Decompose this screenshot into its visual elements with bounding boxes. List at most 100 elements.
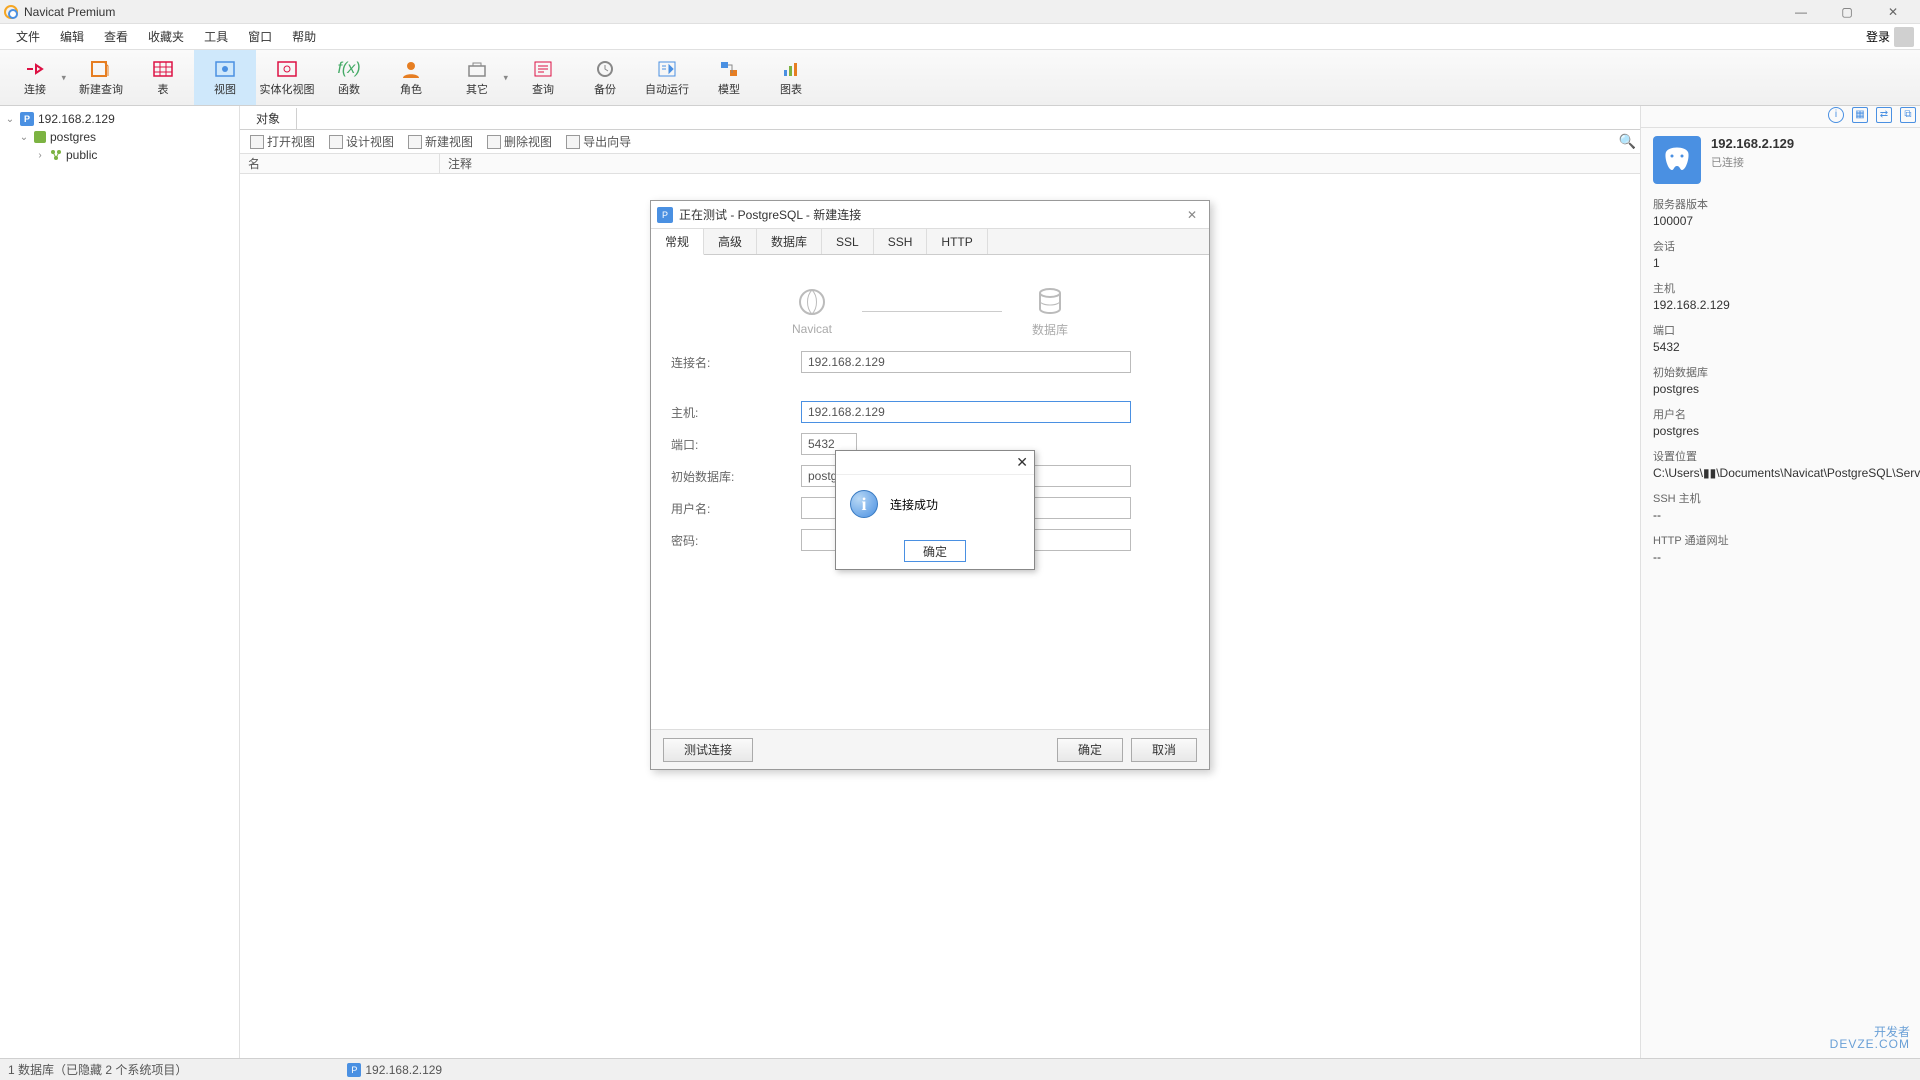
- dlg-tab-general[interactable]: 常规: [651, 229, 704, 255]
- plug-icon: [23, 59, 47, 79]
- backup-icon: [593, 59, 617, 79]
- tb-func[interactable]: f(x)函数: [318, 50, 380, 105]
- tb-newquery[interactable]: 新建查询: [70, 50, 132, 105]
- avatar-icon[interactable]: [1894, 27, 1914, 47]
- tree-connection[interactable]: ⌄P192.168.2.129: [0, 110, 239, 128]
- info-conn-status: 已连接: [1711, 154, 1794, 170]
- chevron-down-icon: ▾: [61, 72, 66, 83]
- menu-file[interactable]: 文件: [6, 24, 50, 50]
- maximize-button[interactable]: ▢: [1824, 0, 1870, 24]
- input-host[interactable]: [801, 401, 1131, 423]
- msgbox-ok-button[interactable]: 确定: [904, 540, 966, 562]
- collapse-icon[interactable]: ⌄: [18, 132, 30, 143]
- model-icon: [717, 59, 741, 79]
- tb-view[interactable]: 视图: [194, 50, 256, 105]
- msgbox-body: i 连接成功: [836, 475, 1034, 533]
- info-prop-val: --: [1653, 550, 1908, 564]
- menu-tools[interactable]: 工具: [194, 24, 238, 50]
- tab-objects[interactable]: 对象: [240, 108, 297, 129]
- window-controls: ― ▢ ✕: [1778, 0, 1916, 24]
- tb-role[interactable]: 角色: [380, 50, 442, 105]
- btn-test-connection[interactable]: 测试连接: [663, 738, 753, 762]
- tree-database[interactable]: ⌄postgres: [0, 128, 239, 146]
- lbl-conn-name: 连接名:: [671, 354, 801, 371]
- info-prop-val: 1: [1653, 256, 1908, 270]
- tb-other[interactable]: 其它▾: [442, 50, 512, 105]
- info-prop: SSH 主机--: [1653, 490, 1908, 522]
- info-prop-key: 用户名: [1653, 406, 1908, 422]
- btn-new-view[interactable]: 新建视图: [402, 133, 479, 150]
- dialog-close-icon[interactable]: ✕: [1181, 208, 1203, 222]
- tb-chart[interactable]: 图表: [760, 50, 822, 105]
- info-prop-key: 初始数据库: [1653, 364, 1908, 380]
- menu-view[interactable]: 查看: [94, 24, 138, 50]
- msgbox-text: 连接成功: [890, 496, 938, 513]
- btn-dialog-ok[interactable]: 确定: [1057, 738, 1123, 762]
- tb-backup[interactable]: 备份: [574, 50, 636, 105]
- info-prop-val: postgres: [1653, 424, 1908, 438]
- info-prop: HTTP 通道网址 --: [1653, 532, 1908, 564]
- btn-export-wizard[interactable]: 导出向导: [560, 133, 637, 150]
- connection-line: [862, 311, 1002, 312]
- btn-open-view[interactable]: 打开视图: [244, 133, 321, 150]
- msgbox-close-icon[interactable]: ✕: [1016, 454, 1028, 471]
- open-icon: [250, 135, 264, 149]
- close-button[interactable]: ✕: [1870, 0, 1916, 24]
- menu-edit[interactable]: 编辑: [50, 24, 94, 50]
- lbl-port: 端口:: [671, 436, 801, 453]
- btn-design-view[interactable]: 设计视图: [323, 133, 400, 150]
- menu-help[interactable]: 帮助: [282, 24, 326, 50]
- tb-table[interactable]: 表: [132, 50, 194, 105]
- btn-delete-view[interactable]: 删除视图: [481, 133, 558, 150]
- elephant-icon: [1653, 136, 1701, 184]
- info-prop: 用户名 postgres: [1653, 406, 1908, 438]
- info-icon[interactable]: i: [1828, 107, 1844, 123]
- msgbox-footer: 确定: [836, 533, 1034, 569]
- tb-model[interactable]: 模型: [698, 50, 760, 105]
- tree-schema[interactable]: ›public: [0, 146, 239, 164]
- tb-auto[interactable]: 自动运行: [636, 50, 698, 105]
- btn-dialog-cancel[interactable]: 取消: [1131, 738, 1197, 762]
- collapse-icon[interactable]: ⌄: [4, 114, 16, 125]
- chart-icon: [779, 59, 803, 79]
- other-icon: [465, 59, 489, 79]
- grid-icon[interactable]: ▦: [1852, 107, 1868, 123]
- info-prop-val: C:\Users\▮▮\Documents\Navicat\PostgreSQL…: [1653, 466, 1908, 480]
- input-conn-name[interactable]: [801, 351, 1131, 373]
- tb-connect[interactable]: 连接▾: [0, 50, 70, 105]
- login-link[interactable]: 登录: [1866, 28, 1890, 45]
- menu-window[interactable]: 窗口: [238, 24, 282, 50]
- dialog-tabs: 常规 高级 数据库 SSL SSH HTTP: [651, 229, 1209, 255]
- dlg-tab-ssh[interactable]: SSH: [874, 229, 928, 254]
- info-prop-key: HTTP 通道网址: [1653, 532, 1908, 548]
- menu-favorites[interactable]: 收藏夹: [138, 24, 194, 50]
- chevron-down-icon: ▾: [503, 72, 508, 83]
- col-name[interactable]: 名: [240, 154, 440, 173]
- flow-icon[interactable]: ⇄: [1876, 107, 1892, 123]
- struct-icon[interactable]: ⧉: [1900, 107, 1916, 123]
- dialog-titlebar[interactable]: P 正在测试 - PostgreSQL - 新建连接 ✕: [651, 201, 1209, 229]
- app-title: Navicat Premium: [24, 5, 115, 19]
- tb-mview[interactable]: 实体化视图: [256, 50, 318, 105]
- object-toolbar: 打开视图 设计视图 新建视图 删除视图 导出向导 🔍: [240, 130, 1640, 154]
- dlg-tab-advanced[interactable]: 高级: [704, 229, 757, 254]
- dlg-tab-database[interactable]: 数据库: [757, 229, 822, 254]
- tb-query[interactable]: 查询: [512, 50, 574, 105]
- tree-conn-label: 192.168.2.129: [38, 112, 115, 126]
- msgbox-titlebar[interactable]: ✕: [836, 451, 1034, 475]
- minimize-button[interactable]: ―: [1778, 0, 1824, 24]
- col-comment[interactable]: 注释: [440, 154, 480, 173]
- search-icon[interactable]: 🔍: [1619, 133, 1636, 150]
- menubar: 文件 编辑 查看 收藏夹 工具 窗口 帮助 登录: [0, 24, 1920, 50]
- expand-icon[interactable]: ›: [34, 150, 46, 161]
- info-panel: i ▦ ⇄ ⧉ 192.168.2.129 已连接 服务器版本100007会话1…: [1640, 106, 1920, 1058]
- info-prop-key: 设置位置: [1653, 448, 1908, 464]
- navicat-label: Navicat: [792, 322, 832, 336]
- dlg-tab-ssl[interactable]: SSL: [822, 229, 874, 254]
- view-icon: [213, 59, 237, 79]
- info-prop-val: 5432: [1653, 340, 1908, 354]
- info-prop: 服务器版本100007: [1653, 196, 1908, 228]
- dlg-tab-http[interactable]: HTTP: [927, 229, 987, 254]
- auto-icon: [655, 59, 679, 79]
- postgresql-icon: P: [347, 1063, 361, 1077]
